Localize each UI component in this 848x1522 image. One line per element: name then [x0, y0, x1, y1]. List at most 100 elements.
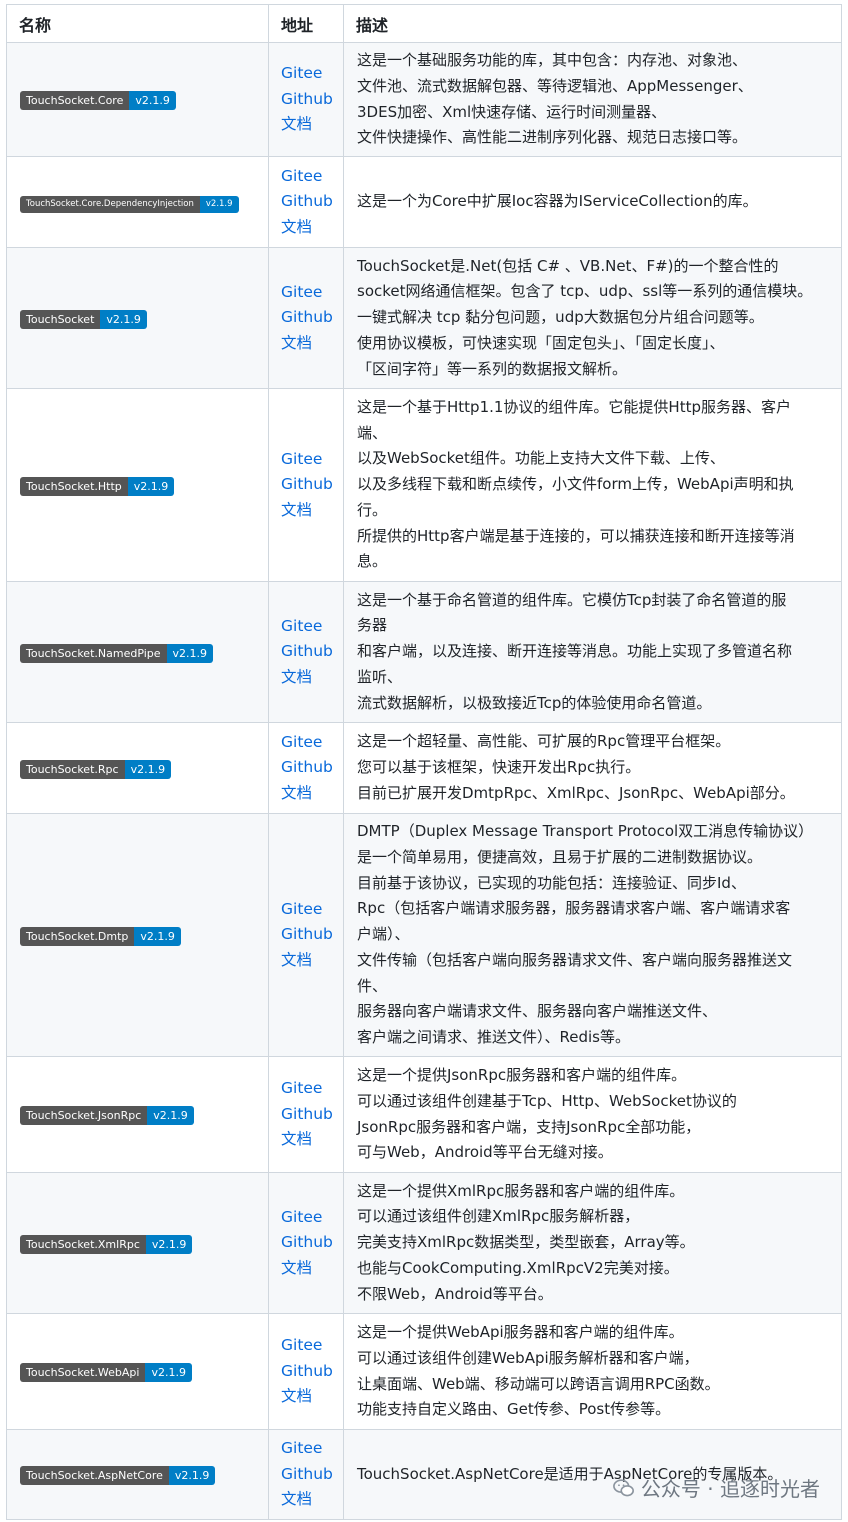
docs-link[interactable]: 文档	[281, 215, 343, 241]
cell-name: TouchSocket.NamedPipe v2.1.9	[6, 581, 269, 723]
badge-version: v2.1.9	[145, 1234, 193, 1254]
gitee-link[interactable]: Gitee	[281, 1436, 343, 1462]
github-link[interactable]: Github	[281, 1359, 343, 1385]
badge-version: v2.1.9	[166, 643, 214, 663]
table-body: TouchSocket.Core v2.1.9 Gitee Github 文档 这是一个基…	[6, 42, 842, 1520]
gitee-link[interactable]: Gitee	[281, 164, 343, 190]
gitee-link[interactable]: Gitee	[281, 1333, 343, 1359]
github-link[interactable]: Github	[281, 189, 343, 215]
description-line: 3DES加密、Xml快速存储、运行时间测量器、	[357, 102, 667, 121]
cell-address: Gitee Github 文档	[268, 247, 344, 389]
cell-address: Gitee Github 文档	[268, 388, 344, 582]
table-header-row: 名称 地址 描述	[6, 4, 842, 43]
docs-link[interactable]: 文档	[281, 1384, 343, 1410]
cell-name: TouchSocket.WebApi v2.1.9	[6, 1313, 269, 1430]
badge-package-name: TouchSocket.Http	[20, 476, 128, 496]
docs-link[interactable]: 文档	[281, 1487, 343, 1513]
cell-description: 这是一个为Core中扩展Ioc容器为IServiceCollection的库。	[343, 156, 842, 248]
description-line: 也能与CookComputing.XmlRpcV2完美对接。	[357, 1258, 679, 1277]
description-line: 目前已扩展开发DmtpRpc、XmlRpc、JsonRpc、WebApi部分。	[357, 783, 795, 802]
badge-version: v2.1.9	[147, 1106, 194, 1125]
github-link[interactable]: Github	[281, 1102, 343, 1128]
version-badge: TouchSocket.Core v2.1.9	[20, 91, 176, 110]
github-link[interactable]: Github	[281, 305, 343, 331]
version-badge: TouchSocket.Rpc v2.1.9	[20, 759, 172, 779]
description-line: 所提供的Http客户端是基于连接的，可以捕获连接和断开连接等消	[357, 526, 795, 545]
cell-description: 这是一个基础服务功能的库，其中包含：内存池、对象池、 文件池、流式数据解包器、等待…	[343, 42, 842, 157]
description-line: socket网络通信框架。包含了 tcp、udp、ssl等一系列的通信模块。	[357, 282, 813, 301]
github-link[interactable]: Github	[281, 87, 343, 113]
description-line: 监听、	[357, 667, 403, 686]
github-link[interactable]: Github	[281, 1230, 343, 1256]
github-link[interactable]: Github	[281, 472, 343, 498]
docs-link[interactable]: 文档	[281, 665, 343, 691]
cell-name: TouchSocket.Core v2.1.9	[6, 42, 269, 157]
description-line: 功能支持自定义路由、Get传参、Post传参等。	[357, 1400, 671, 1419]
gitee-link[interactable]: Gitee	[281, 730, 343, 756]
gitee-link[interactable]: Gitee	[281, 61, 343, 87]
gitee-link[interactable]: Gitee	[281, 280, 343, 306]
gitee-link[interactable]: Gitee	[281, 447, 343, 473]
gitee-link[interactable]: Gitee	[281, 614, 343, 640]
table-row: TouchSocket.Rpc v2.1.9 Gitee Github 文档 这是一个超轻…	[6, 722, 842, 814]
gitee-link[interactable]: Gitee	[281, 897, 343, 923]
table-row: TouchSocket.Http v2.1.9 Gitee Github 文档 这是一个基…	[6, 388, 842, 582]
version-badge: TouchSocket v2.1.9	[20, 309, 147, 329]
cell-description: 这是一个提供WebApi服务器和客户端的组件库。 可以通过该组件创建WebApi服…	[343, 1313, 842, 1430]
watermark: 公众号 · 追逐时光者	[613, 1473, 820, 1502]
description-line: 和客户端，以及连接、断开连接等消息。功能上实现了多管道名称	[357, 642, 793, 661]
table-row: TouchSocket.NamedPipe v2.1.9 Gitee Github 文档…	[6, 581, 842, 723]
badge-version: v2.1.9	[168, 1466, 216, 1485]
header-address: 地址	[268, 4, 344, 43]
github-link[interactable]: Github	[281, 755, 343, 781]
version-badge: TouchSocket.WebApi v2.1.9	[20, 1363, 192, 1382]
table-row: TouchSocket.Dmtp v2.1.9 Gitee Github 文档 DMTP（…	[6, 813, 842, 1057]
github-link[interactable]: Github	[281, 1462, 343, 1488]
cell-address: Gitee Github 文档	[268, 722, 344, 814]
docs-link[interactable]: 文档	[281, 1256, 343, 1282]
github-link[interactable]: Github	[281, 639, 343, 665]
description-line: 文件池、流式数据解包器、等待逻辑池、AppMessenger、	[357, 76, 753, 95]
table-row: TouchSocket.XmlRpc v2.1.9 Gitee Github 文档 这是一…	[6, 1172, 842, 1314]
badge-package-name: TouchSocket	[20, 309, 101, 329]
docs-link[interactable]: 文档	[281, 948, 343, 974]
description-line: 可以通过该组件创建基于Tcp、Http、WebSocket协议的	[357, 1091, 737, 1110]
badge-package-name: TouchSocket.XmlRpc	[20, 1234, 146, 1254]
description-line: 不限Web，Android等平台。	[357, 1284, 553, 1303]
badge-package-name: TouchSocket.WebApi	[20, 1363, 146, 1382]
badge-package-name: TouchSocket.JsonRpc	[20, 1106, 148, 1125]
description-line: DMTP（Duplex Message Transport Protocol双工…	[357, 822, 814, 841]
cell-address: Gitee Github 文档	[268, 1172, 344, 1314]
watermark-text: 公众号 · 追逐时光者	[640, 1477, 820, 1501]
docs-link[interactable]: 文档	[281, 112, 343, 138]
github-link[interactable]: Github	[281, 922, 343, 948]
badge-package-name: TouchSocket.Core.DependencyInjection	[20, 196, 200, 213]
header-name: 名称	[6, 4, 269, 43]
cell-address: Gitee Github 文档	[268, 813, 344, 1057]
gitee-link[interactable]: Gitee	[281, 1076, 343, 1102]
version-badge: TouchSocket.Core.DependencyInjection v2.1…	[20, 196, 239, 213]
gitee-link[interactable]: Gitee	[281, 1205, 343, 1231]
description-line: 一键式解决 tcp 黏分包问题，udp大数据包分片组合问题等。	[357, 308, 764, 327]
description-line: 流式数据解析，以极致接近Tcp的体验使用命名管道。	[357, 693, 712, 712]
docs-link[interactable]: 文档	[281, 1127, 343, 1153]
version-badge: TouchSocket.AspNetCore v2.1.9	[20, 1466, 216, 1485]
version-badge: TouchSocket.JsonRpc v2.1.9	[20, 1106, 194, 1125]
cell-description: 这是一个基于Http1.1协议的组件库。它能提供Http服务器、客户 端、 以及We…	[343, 388, 842, 582]
cell-address: Gitee Github 文档	[268, 1056, 344, 1173]
cell-description: TouchSocket是.Net(包括 C# 、VB.Net、F#)的一个整合性…	[343, 247, 842, 389]
cell-description: 这是一个提供XmlRpc服务器和客户端的组件库。 可以通过该组件创建XmlRpc服…	[343, 1172, 842, 1314]
description-line: 可以通过该组件创建WebApi服务解析器和客户端，	[357, 1348, 699, 1367]
table-row: TouchSocket.Core.DependencyInjection v2.1…	[6, 156, 842, 248]
docs-link[interactable]: 文档	[281, 781, 343, 807]
description-line: 「区间字符」等一系列的数据报文解析。	[357, 359, 628, 378]
docs-link[interactable]: 文档	[281, 498, 343, 524]
description-line: 这是一个提供XmlRpc服务器和客户端的组件库。	[357, 1181, 685, 1200]
cell-name: TouchSocket.AspNetCore v2.1.9	[6, 1429, 269, 1520]
badge-package-name: TouchSocket.NamedPipe	[20, 643, 167, 663]
description-line: 以及多线程下载和断点续传，小文件form上传，WebApi声明和执	[357, 475, 794, 494]
docs-link[interactable]: 文档	[281, 331, 343, 357]
description-line: 以及WebSocket组件。功能上支持大文件下载、上传、	[357, 449, 725, 468]
cell-description: 这是一个基于命名管道的组件库。它模仿Tcp封装了命名管道的服 务器 和客户端，以及连…	[343, 581, 842, 723]
badge-version: v2.1.9	[100, 309, 147, 329]
